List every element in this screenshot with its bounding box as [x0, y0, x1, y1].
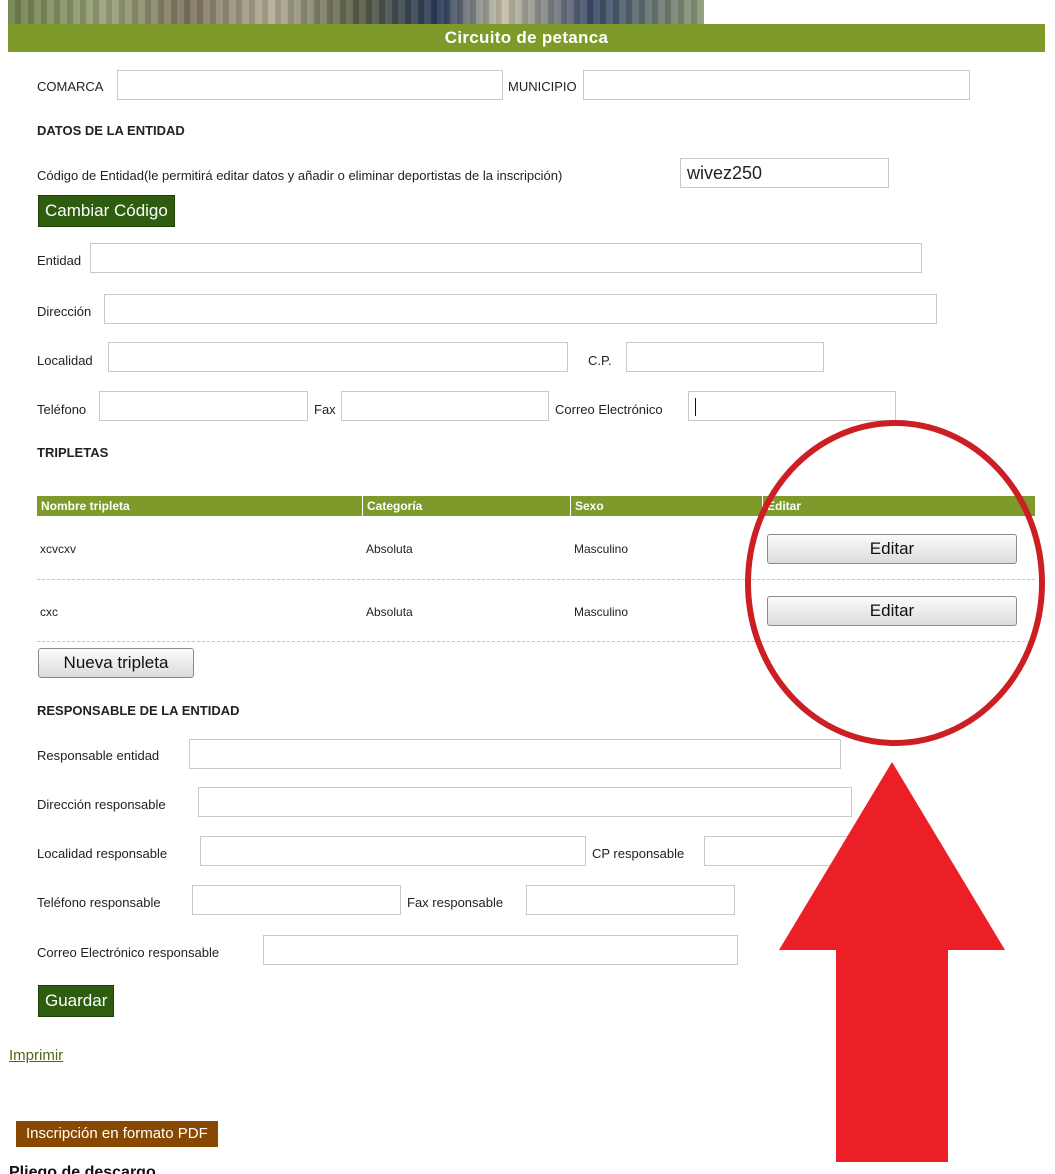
row-separator [37, 579, 1035, 580]
fax-label: Fax [314, 402, 336, 417]
print-link[interactable]: Imprimir [9, 1047, 63, 1064]
telefono-responsable-label: Teléfono responsable [37, 895, 161, 910]
red-circle-annotation [745, 420, 1045, 746]
new-tripleta-button[interactable]: Nueva tripleta [38, 648, 194, 678]
tripleta-row-1-categoria: Absoluta [366, 542, 413, 556]
responsable-section-title: RESPONSABLE DE LA ENTIDAD [37, 703, 240, 718]
municipio-label: MUNICIPIO [508, 79, 577, 94]
email-responsable-label: Correo Electrónico responsable [37, 945, 220, 960]
cp-responsable-label: CP responsable [592, 846, 685, 861]
entity-code-value: wivez250 [687, 163, 763, 183]
entidad-input[interactable] [90, 243, 922, 273]
municipio-input[interactable] [583, 70, 970, 100]
tripleta-row-2-sexo: Masculino [574, 605, 629, 619]
pliego-descargo-link[interactable]: Pliego de descargo [9, 1164, 156, 1174]
tripletas-section-title: TRIPLETAS [37, 445, 109, 460]
entity-section-title: DATOS DE LA ENTIDAD [37, 123, 185, 138]
direccion-label: Dirección [37, 304, 92, 319]
column-header-editar: Editar [767, 499, 802, 513]
column-header-sexo: Sexo [571, 496, 763, 516]
tripletas-table-header: Nombre tripleta Categoría Sexo Editar [37, 496, 1035, 516]
tripleta-row-2-nombre: cxc [40, 605, 58, 619]
red-arrow-annotation [779, 762, 1005, 1162]
responsable-label: Responsable entidad [37, 748, 160, 763]
comarca-input[interactable] [117, 70, 503, 100]
inscription-page: Circuito de petanca COMARCA MUNICIPIO DA… [0, 0, 1055, 1174]
telefono-label: Teléfono [37, 402, 87, 417]
telefono-responsable-input[interactable] [192, 885, 401, 915]
direccion-responsable-label: Dirección responsable [37, 797, 166, 812]
row-separator [37, 641, 1035, 642]
edit-tripleta-2-button[interactable]: Editar [767, 596, 1017, 626]
fax-responsable-label: Fax responsable [407, 895, 504, 910]
entity-code-input[interactable]: wivez250 [680, 158, 889, 188]
edit-tripleta-1-button[interactable]: Editar [767, 534, 1017, 564]
email-responsable-input[interactable] [263, 935, 738, 965]
save-button[interactable]: Guardar [38, 985, 115, 1017]
responsable-input[interactable] [189, 739, 841, 769]
cp-input[interactable] [626, 342, 824, 372]
header-banner-image [8, 0, 704, 24]
fax-input[interactable] [341, 391, 549, 421]
text-cursor [695, 398, 696, 417]
tripleta-row-1-sexo: Masculino [574, 542, 629, 556]
entity-code-label: Código de Entidad(le permitirá editar da… [37, 168, 563, 183]
localidad-responsable-input[interactable] [200, 836, 586, 866]
localidad-responsable-label: Localidad responsable [37, 846, 168, 861]
email-label: Correo Electrónico [555, 402, 663, 417]
cp-responsable-input[interactable] [704, 836, 854, 866]
entidad-label: Entidad [37, 253, 82, 268]
fax-responsable-input[interactable] [526, 885, 735, 915]
column-header-categoria: Categoría [363, 496, 571, 516]
column-header-nombre: Nombre tripleta [37, 496, 363, 516]
pdf-download-button[interactable]: Inscripción en formato PDF [16, 1121, 218, 1147]
localidad-label: Localidad [37, 353, 93, 368]
direccion-input[interactable] [104, 294, 937, 324]
localidad-input[interactable] [108, 342, 568, 372]
tripleta-row-1-nombre: xcvcxv [40, 542, 76, 556]
email-input[interactable] [688, 391, 896, 421]
banner-texture [8, 0, 704, 24]
direccion-responsable-input[interactable] [198, 787, 852, 817]
telefono-input[interactable] [99, 391, 308, 421]
page-title: Circuito de petanca [8, 24, 1045, 52]
tripleta-row-2-categoria: Absoluta [366, 605, 413, 619]
change-code-button[interactable]: Cambiar Código [38, 195, 175, 227]
comarca-label: COMARCA [37, 79, 104, 94]
cp-label: C.P. [588, 353, 612, 368]
